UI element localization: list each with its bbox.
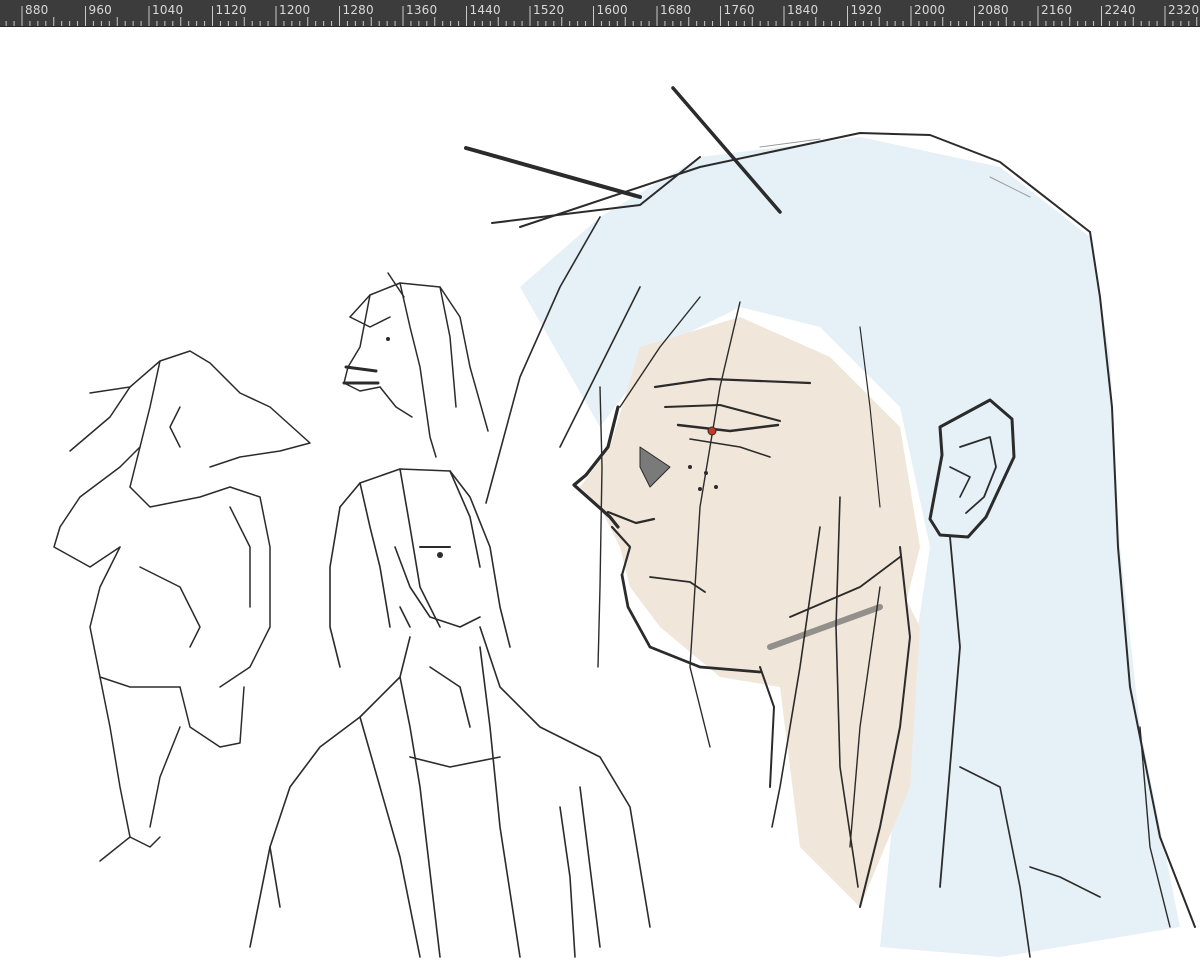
horizontal-ruler[interactable]: 880 960 1040 1120 1200 1280 1360 1440 1520 1600 16… xyxy=(0,0,1200,27)
ruler-label: 2320 xyxy=(1168,3,1200,17)
left-figure-sketch xyxy=(53,350,311,862)
ruler-label: 1360 xyxy=(406,3,438,17)
profile-figure-sketch xyxy=(464,86,1196,958)
ruler-label: 1280 xyxy=(342,3,374,17)
sketch-artwork xyxy=(53,86,1196,958)
ruler-label: 880 xyxy=(25,3,49,17)
ruler-label: 1680 xyxy=(660,3,692,17)
ruler-label: 1520 xyxy=(533,3,565,17)
ruler-label: 1040 xyxy=(152,3,184,17)
small-head-sketch xyxy=(342,272,489,458)
ruler-label: 2000 xyxy=(914,3,946,17)
ruler-label: 1840 xyxy=(787,3,819,17)
ruler-label: 1200 xyxy=(279,3,311,17)
ruler-label: 2240 xyxy=(1104,3,1136,17)
ruler-label: 960 xyxy=(88,3,113,17)
ruler-label: 1440 xyxy=(469,3,501,17)
ruler-label: 1120 xyxy=(215,3,247,17)
drawing-app-window: 880 960 1040 1120 1200 1280 1360 1440 1520 1600 16… xyxy=(0,0,1200,969)
ruler-label: 1920 xyxy=(850,3,882,17)
drawing-canvas[interactable] xyxy=(0,27,1200,969)
ruler-label: 1600 xyxy=(596,3,628,17)
ruler-label: 2160 xyxy=(1041,3,1073,17)
ruler-label: 2080 xyxy=(977,3,1009,17)
middle-figure-sketch xyxy=(249,468,651,958)
ruler-label: 1760 xyxy=(723,3,755,17)
